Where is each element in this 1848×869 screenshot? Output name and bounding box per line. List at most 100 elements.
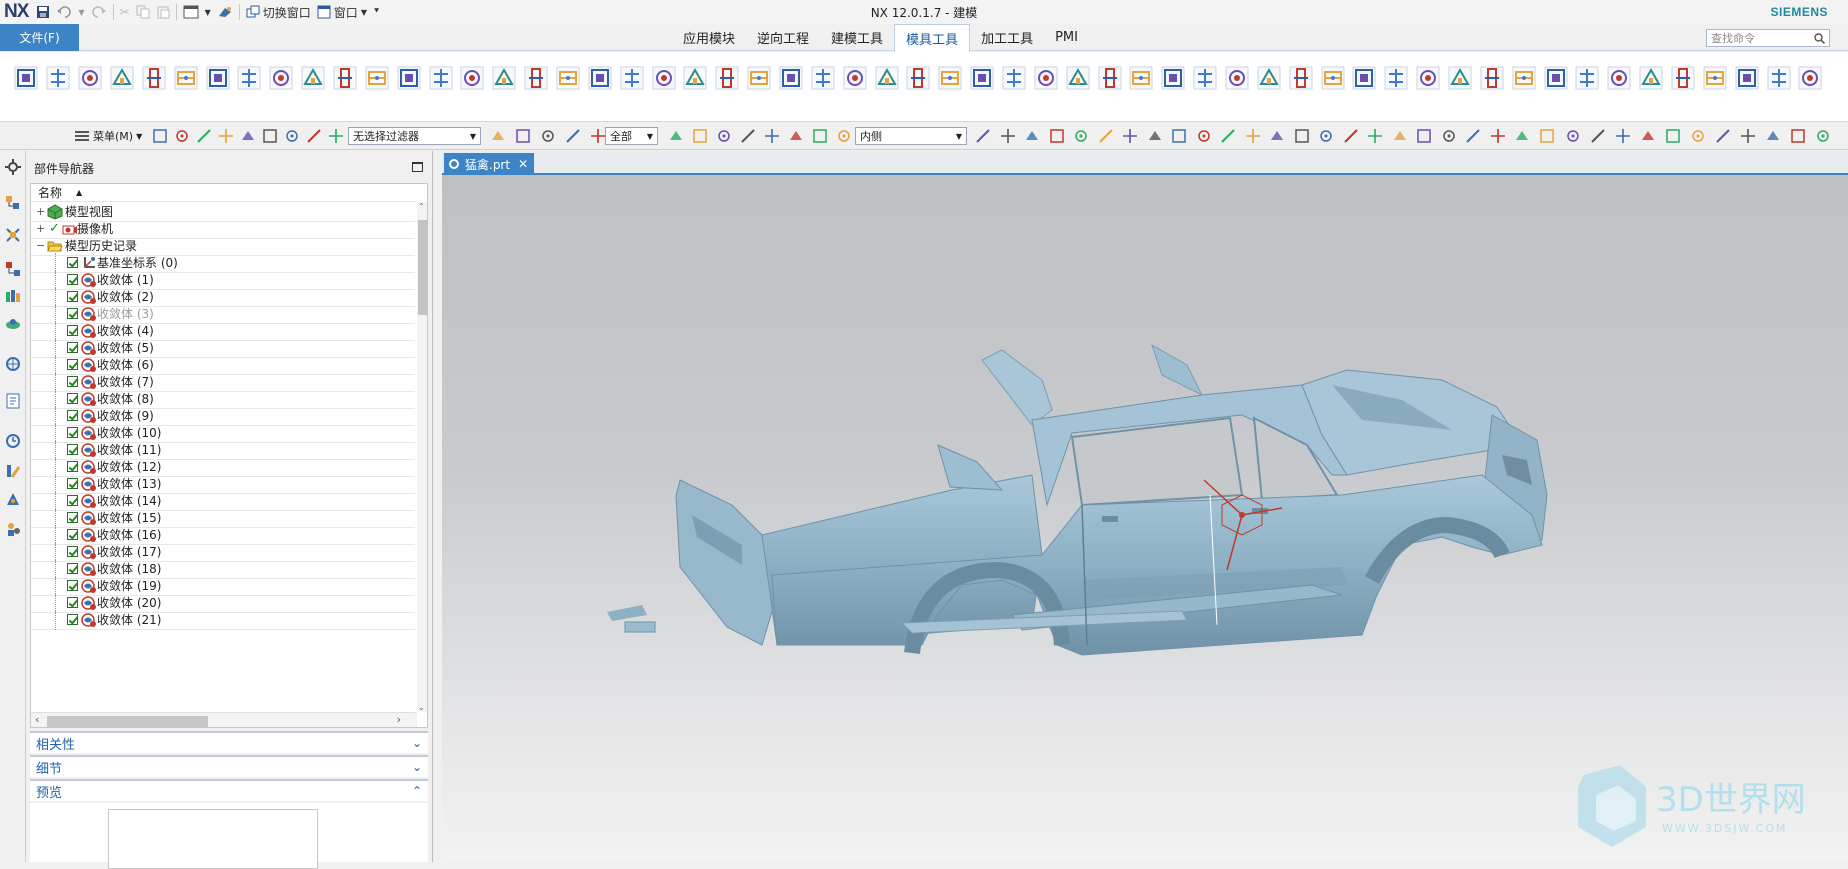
feature-visibility-checkbox[interactable] <box>67 393 78 404</box>
selection-tool-44-icon[interactable] <box>1490 128 1506 144</box>
mold-tool-9-icon[interactable] <box>269 66 293 90</box>
roles-icon[interactable] <box>5 521 21 537</box>
selection-tool-50-icon[interactable] <box>1640 128 1656 144</box>
selection-tool-33-icon[interactable] <box>1220 128 1236 144</box>
horizontal-scroll-thumb[interactable] <box>47 716 208 727</box>
mold-tool-45-icon[interactable] <box>1416 66 1440 90</box>
selection-tool-36-icon[interactable] <box>1294 128 1310 144</box>
mold-tool-57-icon[interactable] <box>1798 66 1822 90</box>
tree-node-convergent-body[interactable]: 收敛体 (21) <box>31 610 415 630</box>
history-palette-icon[interactable] <box>5 393 21 409</box>
mold-tool-7-icon[interactable] <box>206 66 230 90</box>
selection-tool-41-icon[interactable] <box>1416 128 1432 144</box>
collapse-icon[interactable]: − <box>36 239 45 252</box>
tab-mold-tools[interactable]: 模具工具 <box>894 24 971 52</box>
mold-tool-54-icon[interactable] <box>1703 66 1727 90</box>
mold-tool-18-icon[interactable] <box>556 66 580 90</box>
selection-tool-1-icon[interactable] <box>152 128 168 144</box>
feature-visibility-checkbox[interactable] <box>67 325 78 336</box>
selection-tool-47-icon[interactable] <box>1565 128 1581 144</box>
mold-tool-46-icon[interactable] <box>1448 66 1472 90</box>
mold-tool-48-icon[interactable] <box>1512 66 1536 90</box>
column-header-name[interactable]: 名称 ▲ <box>31 184 416 202</box>
mold-tool-49-icon[interactable] <box>1544 66 1568 90</box>
selection-tool-27-icon[interactable] <box>1073 128 1089 144</box>
feature-visibility-checkbox[interactable] <box>67 427 78 438</box>
selection-tool-2-icon[interactable] <box>174 128 190 144</box>
selection-tool-43-icon[interactable] <box>1465 128 1481 144</box>
tab-reverse-engineering[interactable]: 逆向工程 <box>746 24 820 51</box>
mold-tool-27-icon[interactable] <box>843 66 867 90</box>
window-layout-icon[interactable] <box>180 2 202 22</box>
feature-visibility-checkbox[interactable] <box>67 597 78 608</box>
mold-tool-47-icon[interactable] <box>1480 66 1504 90</box>
selection-tool-4-icon[interactable] <box>218 128 234 144</box>
selection-tool-49-icon[interactable] <box>1615 128 1631 144</box>
mold-tool-37-icon[interactable] <box>1161 66 1185 90</box>
mold-tool-21-icon[interactable] <box>652 66 676 90</box>
feature-visibility-checkbox[interactable] <box>67 257 78 268</box>
tab-pmi[interactable]: PMI <box>1044 24 1089 51</box>
details-section[interactable]: 细节 ⌄ <box>30 755 428 777</box>
feature-visibility-checkbox[interactable] <box>67 580 78 591</box>
feature-visibility-checkbox[interactable] <box>67 376 78 387</box>
mold-tool-6-icon[interactable] <box>174 66 198 90</box>
mold-tool-43-icon[interactable] <box>1352 66 1376 90</box>
mold-tool-31-icon[interactable] <box>970 66 994 90</box>
customize-quickaccess-icon[interactable]: ⯆ <box>370 2 383 22</box>
mold-tool-4-icon[interactable] <box>110 66 134 90</box>
feature-visibility-checkbox[interactable] <box>67 478 78 489</box>
feature-visibility-checkbox[interactable] <box>67 410 78 421</box>
mold-tool-1-icon[interactable] <box>14 66 38 90</box>
selection-tool-30-icon[interactable] <box>1147 128 1163 144</box>
mold-tool-23-icon[interactable] <box>715 66 739 90</box>
mold-tool-35-icon[interactable] <box>1098 66 1122 90</box>
selection-tool-46-icon[interactable] <box>1539 128 1555 144</box>
document-tab[interactable]: 猛禽.prt ✕ <box>444 153 535 175</box>
mold-tool-39-icon[interactable] <box>1225 66 1249 90</box>
feature-visibility-checkbox[interactable] <box>67 308 78 319</box>
mold-tool-28-icon[interactable] <box>875 66 899 90</box>
selection-tool-32-icon[interactable] <box>1196 128 1212 144</box>
selection-tool-45-icon[interactable] <box>1514 128 1530 144</box>
selection-tool-7-icon[interactable] <box>284 128 300 144</box>
close-icon[interactable]: ✕ <box>518 157 528 171</box>
mold-tool-29-icon[interactable] <box>906 66 930 90</box>
mold-tool-41-icon[interactable] <box>1289 66 1313 90</box>
selection-tool-13-icon[interactable] <box>565 128 581 144</box>
selection-tool-37-icon[interactable] <box>1318 128 1334 144</box>
mold-tool-53-icon[interactable] <box>1671 66 1695 90</box>
selection-tool-23-icon[interactable] <box>975 128 991 144</box>
paste-icon[interactable] <box>153 2 173 22</box>
selection-tool-57-icon[interactable] <box>1815 128 1831 144</box>
expand-icon[interactable]: + <box>36 205 45 218</box>
truck-model[interactable] <box>442 175 1848 862</box>
mold-tool-34-icon[interactable] <box>1066 66 1090 90</box>
selection-tool-26-icon[interactable] <box>1049 128 1065 144</box>
selection-tool-52-icon[interactable] <box>1690 128 1706 144</box>
mold-tool-14-icon[interactable] <box>429 66 453 90</box>
expand-icon[interactable]: + <box>36 222 45 235</box>
vertical-scrollbar[interactable]: ⌃ ⌄ <box>417 202 427 712</box>
mold-tool-24-icon[interactable] <box>747 66 771 90</box>
clock-icon[interactable] <box>5 433 21 449</box>
selection-tool-12-icon[interactable] <box>540 128 556 144</box>
selection-tool-11-icon[interactable] <box>515 128 531 144</box>
gear-icon[interactable] <box>5 159 21 175</box>
feature-visibility-checkbox[interactable] <box>67 291 78 302</box>
mold-tool-17-icon[interactable] <box>524 66 548 90</box>
selection-tool-18-icon[interactable] <box>740 128 756 144</box>
mold-tool-5-icon[interactable] <box>142 66 166 90</box>
tab-modeling-tools[interactable]: 建模工具 <box>820 24 894 51</box>
scroll-down-icon[interactable]: ⌄ <box>418 703 425 712</box>
selection-tool-5-icon[interactable] <box>240 128 256 144</box>
selection-tool-17-icon[interactable] <box>716 128 732 144</box>
mold-tool-51-icon[interactable] <box>1607 66 1631 90</box>
selection-tool-14-icon[interactable] <box>590 128 606 144</box>
window-menu-button[interactable]: 窗口 ▼ <box>314 2 370 22</box>
mold-tool-16-icon[interactable] <box>492 66 516 90</box>
copy-icon[interactable] <box>133 2 153 22</box>
mold-tool-20-icon[interactable] <box>620 66 644 90</box>
mold-tool-30-icon[interactable] <box>938 66 962 90</box>
mold-tool-19-icon[interactable] <box>588 66 612 90</box>
